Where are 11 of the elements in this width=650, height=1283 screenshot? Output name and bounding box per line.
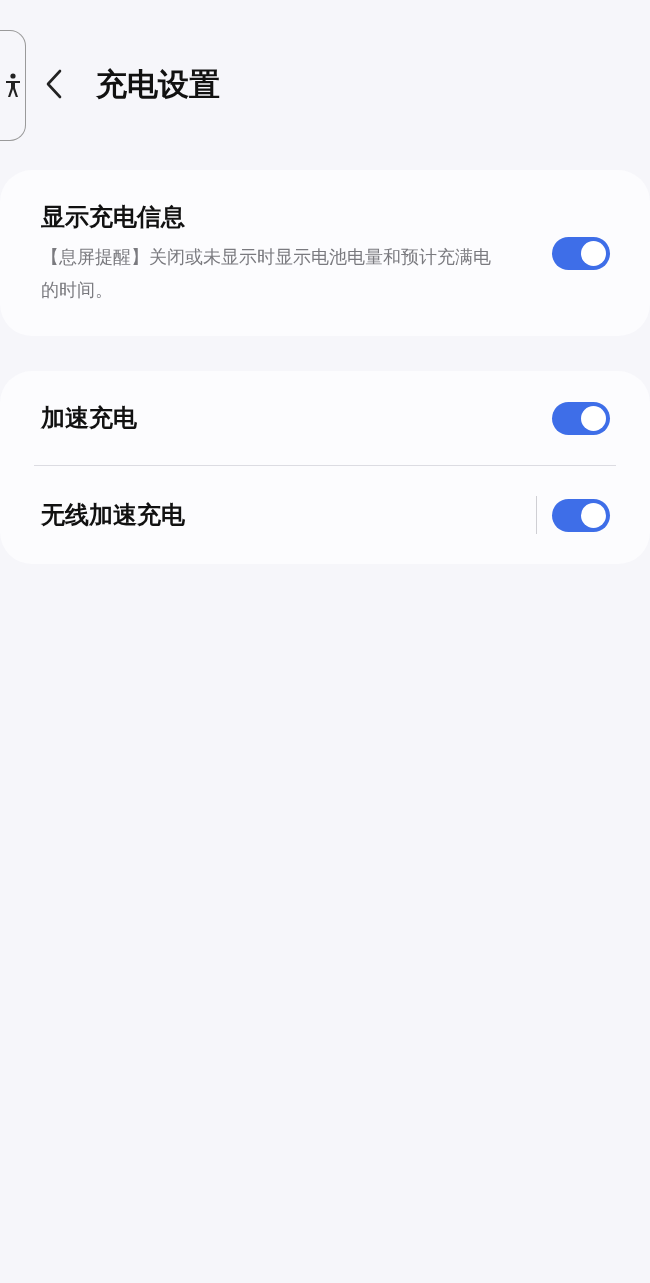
setting-title: 显示充电信息	[41, 202, 186, 233]
page-title: 充电设置	[96, 64, 220, 104]
back-icon	[46, 69, 62, 99]
toggle-switch[interactable]	[552, 401, 610, 435]
setting-title: 加速充电	[41, 403, 138, 434]
accessibility-icon	[4, 72, 21, 99]
toggle-switch[interactable]	[552, 236, 610, 270]
setting-title: 无线加速充电	[41, 500, 186, 531]
setting-description: 【息屏提醒】关闭或未显示时显示电池电量和预计充满电的时间。	[41, 245, 492, 302]
accessibility-handle[interactable]	[0, 30, 26, 141]
toggle-switch[interactable]	[552, 498, 610, 532]
